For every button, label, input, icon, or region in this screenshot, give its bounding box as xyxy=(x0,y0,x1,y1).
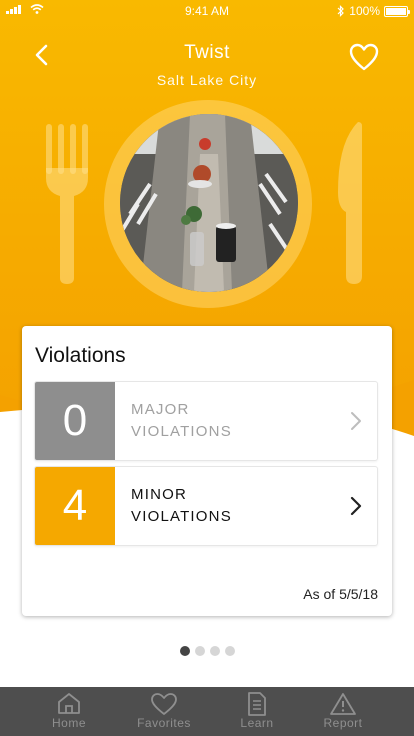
status-bar: 9:41 AM 100% xyxy=(0,0,414,22)
page-dot[interactable] xyxy=(209,646,220,656)
tab-home-label: Home xyxy=(51,716,86,730)
major-violations-count: 0 xyxy=(35,382,115,460)
major-violations-row[interactable]: 0 MAJOR VIOLATIONS xyxy=(34,381,378,461)
fork-icon xyxy=(46,124,88,284)
page-dot[interactable] xyxy=(194,646,205,656)
document-icon xyxy=(248,692,266,716)
home-icon xyxy=(58,693,80,714)
tab-home[interactable]: Home xyxy=(29,687,109,736)
status-right: 100% xyxy=(337,4,410,18)
tab-report-label: Report xyxy=(323,716,363,730)
battery-percent: 100% xyxy=(349,4,380,18)
page-dot[interactable] xyxy=(179,646,190,656)
violations-card: Violations 0 MAJOR VIOLATIONS 4 MINOR VI… xyxy=(22,326,392,616)
tab-bar: Home Favorites Learn Report xyxy=(0,687,414,736)
restaurant-photo-illustration xyxy=(120,114,298,292)
bluetooth-icon xyxy=(337,5,345,17)
tab-learn[interactable]: Learn xyxy=(217,687,297,736)
major-violations-label-line1: MAJOR xyxy=(131,401,190,418)
violations-title: Violations xyxy=(35,344,126,367)
knife-icon xyxy=(338,122,362,284)
minor-violations-label-line1: MINOR xyxy=(131,486,187,503)
tab-learn-label: Learn xyxy=(240,716,274,730)
favorite-button[interactable] xyxy=(348,42,380,72)
warning-icon xyxy=(330,693,356,715)
chevron-right-icon xyxy=(350,496,362,516)
tab-report[interactable]: Report xyxy=(303,687,383,736)
tab-favorites-label: Favorites xyxy=(137,716,191,730)
restaurant-photo xyxy=(120,114,298,292)
heart-icon xyxy=(151,693,177,715)
battery-icon xyxy=(384,5,410,17)
major-violations-label-line2: VIOLATIONS xyxy=(131,423,232,440)
page-dot[interactable] xyxy=(224,646,235,656)
restaurant-city: Salt Lake City xyxy=(156,72,258,88)
chevron-right-icon xyxy=(351,412,361,430)
minor-violations-count: 4 xyxy=(35,467,115,545)
minor-violations-label: MINOR VIOLATIONS xyxy=(131,484,232,528)
as-of-date: As of 5/5/18 xyxy=(303,586,378,602)
heart-icon xyxy=(349,43,379,71)
minor-violations-label-line2: VIOLATIONS xyxy=(131,508,232,525)
page-indicator xyxy=(0,646,414,656)
minor-violations-row[interactable]: 4 MINOR VIOLATIONS xyxy=(34,466,378,546)
tab-favorites[interactable]: Favorites xyxy=(124,687,204,736)
major-violations-label: MAJOR VIOLATIONS xyxy=(131,399,232,443)
